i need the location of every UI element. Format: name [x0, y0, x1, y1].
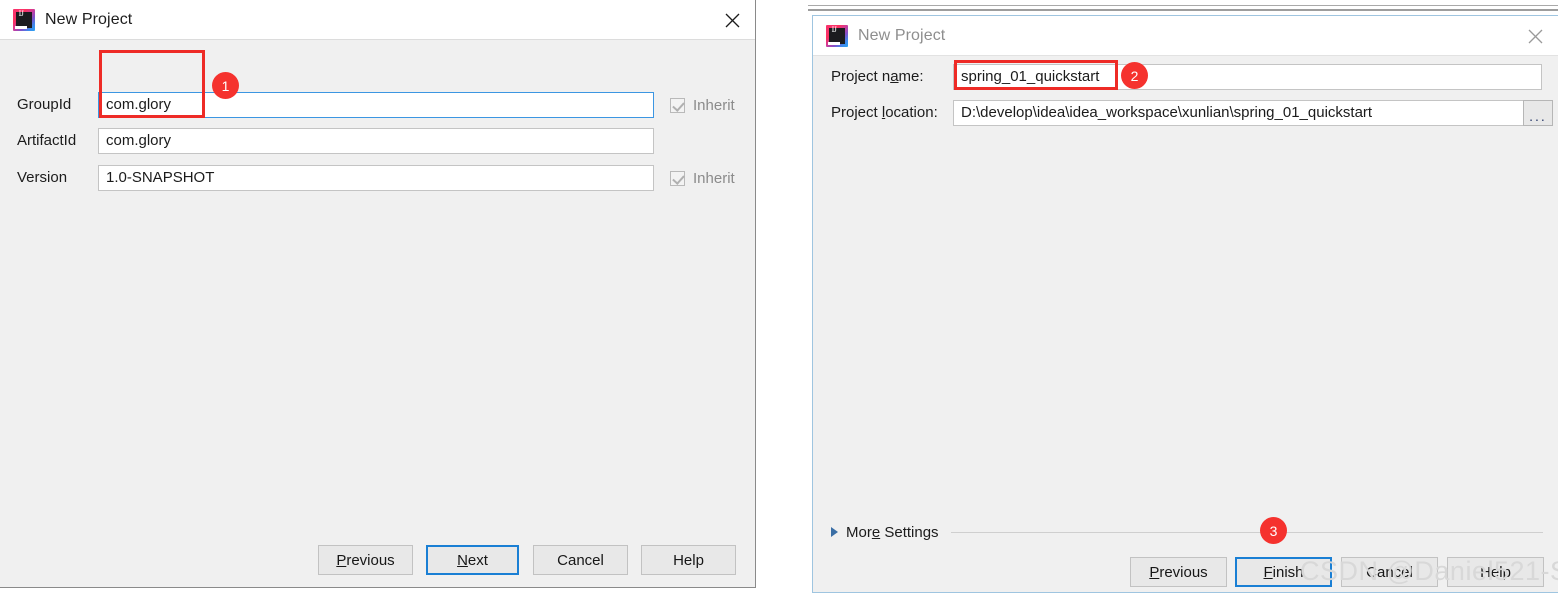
- intellij-idea-logo-icon: IJ: [13, 8, 35, 31]
- left-dialog-title: New Project: [45, 10, 133, 28]
- ellipsis-icon: ...: [1529, 108, 1547, 124]
- left-dialog-titlebar: IJ New Project: [0, 0, 755, 40]
- new-project-dialog-maven-coordinates: IJ New Project GroupId com.glory Inherit…: [0, 0, 756, 588]
- window-edge-line-top-2: [808, 9, 1558, 11]
- project-location-label: Project location:: [831, 104, 938, 121]
- version-input[interactable]: 1.0-SNAPSHOT: [98, 165, 654, 191]
- project-name-label: Project name:: [831, 68, 924, 85]
- right-dialog-close-icon[interactable]: [1512, 16, 1558, 56]
- left-previous-button[interactable]: Previous: [318, 545, 413, 575]
- right-dialog-title: New Project: [858, 26, 946, 44]
- groupid-input[interactable]: com.glory: [98, 92, 654, 118]
- left-help-button[interactable]: Help: [641, 545, 736, 575]
- checkbox-checked-disabled-icon: [670, 97, 685, 113]
- window-edge-line-top: [808, 5, 1558, 6]
- left-next-label: ext: [467, 551, 488, 569]
- groupid-inherit-label: Inherit: [693, 96, 735, 114]
- left-dialog-close-icon[interactable]: [709, 0, 755, 40]
- left-previous-label: revious: [346, 551, 395, 569]
- version-inherit-checkbox[interactable]: Inherit: [670, 165, 735, 191]
- annotation-badge-3: 3: [1260, 517, 1287, 544]
- right-previous-button[interactable]: Previous: [1130, 557, 1227, 587]
- project-location-input[interactable]: D:\develop\idea\idea_workspace\xunlian\s…: [953, 100, 1527, 126]
- version-inherit-label: Inherit: [693, 169, 735, 187]
- more-settings-separator: [950, 531, 1543, 533]
- artifactid-label: ArtifactId: [17, 132, 77, 149]
- annotation-badge-2: 2: [1121, 62, 1148, 89]
- version-label: Version: [17, 169, 68, 186]
- right-dialog-titlebar: IJ New Project: [813, 16, 1558, 56]
- right-finish-label: inish: [1272, 563, 1304, 581]
- artifactid-input[interactable]: com.glory: [98, 128, 654, 154]
- csdn-watermark: CSDN @Daniel521-Spark: [1300, 556, 1558, 586]
- annotation-badge-1: 1: [212, 72, 239, 99]
- new-project-dialog-name-location: IJ New Project Project name: spring_01_q…: [812, 15, 1558, 593]
- screenshot-root: IJ New Project GroupId com.glory Inherit…: [0, 0, 1558, 601]
- groupid-label: GroupId: [17, 96, 72, 113]
- left-cancel-button[interactable]: Cancel: [533, 545, 628, 575]
- project-name-input[interactable]: spring_01_quickstart: [953, 64, 1542, 90]
- checkbox-checked-disabled-icon: [670, 170, 685, 186]
- groupid-inherit-checkbox[interactable]: Inherit: [670, 92, 735, 118]
- more-settings-label: More Settings: [846, 523, 939, 541]
- project-location-browse-button[interactable]: ...: [1523, 100, 1553, 126]
- right-previous-label: revious: [1159, 563, 1208, 581]
- intellij-idea-logo-icon: IJ: [826, 24, 848, 47]
- chevron-right-icon: [831, 527, 838, 537]
- more-settings-toggle[interactable]: More Settings: [831, 521, 1543, 543]
- new-project-dialog-name-location-wrapper: IJ New Project Project name: spring_01_q…: [808, 0, 1558, 601]
- left-next-button[interactable]: Next: [426, 545, 519, 575]
